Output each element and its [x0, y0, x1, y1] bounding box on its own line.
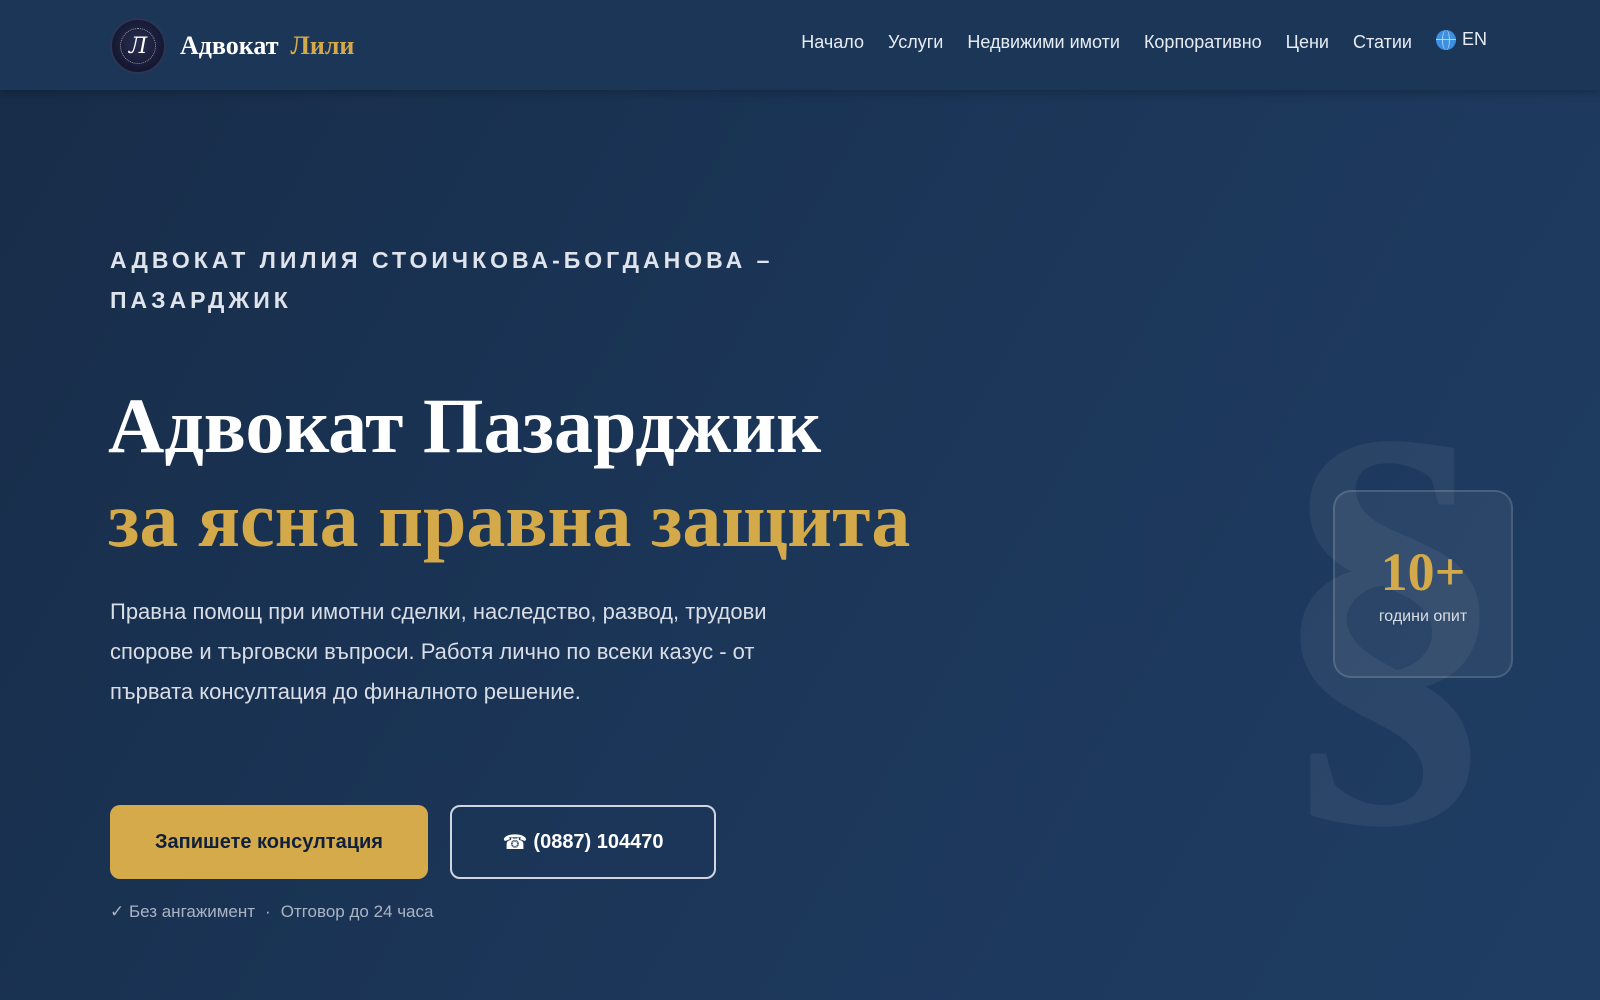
book-consultation-button[interactable]: Запишете консултация: [110, 805, 428, 879]
logo-icon: Л: [110, 18, 166, 74]
brand-accent: Лили: [290, 31, 355, 60]
phone-icon: ☎: [502, 830, 528, 854]
nav-link-services[interactable]: Услуги: [888, 32, 943, 53]
experience-stat-card: 10+ години опит: [1333, 490, 1513, 678]
nav-link-articles[interactable]: Статии: [1353, 32, 1412, 53]
phone-number: (0887) 104470: [533, 830, 664, 853]
hero-lead: Правна помощ при имотни сделки, наследст…: [110, 599, 767, 704]
trust-notes: ✓ Без ангажимент · Отговор до 24 часа: [110, 902, 433, 922]
stat-label: години опит: [1378, 608, 1468, 625]
brand-logo-link[interactable]: Л Адвокат Лили: [110, 18, 354, 74]
logo-letter: Л: [128, 33, 148, 59]
main-nav: Начало Услуги Недвижими имоти Корпоратив…: [777, 29, 1487, 53]
language-label: EN: [1461, 29, 1487, 49]
trust-response-time: Отговор до 24 часа: [280, 902, 434, 921]
brand-name: Адвокат: [180, 31, 279, 60]
phone-call-button[interactable]: ☎ (0887) 104470: [450, 805, 716, 879]
trust-separator: ·: [265, 902, 271, 921]
language-switcher[interactable]: EN: [1435, 29, 1487, 50]
trust-no-commitment: ✓ Без ангажимент: [110, 902, 256, 921]
hero-title: Адвокат Пазарджик: [108, 382, 822, 469]
nav-link-corporate[interactable]: Корпоративно: [1144, 32, 1262, 53]
nav-link-home[interactable]: Начало: [801, 32, 864, 53]
globe-icon: [1435, 29, 1456, 50]
hero-eyebrow: Адвокат Лилия Стоичкова-Богданова – Паза…: [110, 247, 774, 313]
hero-title-accent: за ясна правна защита: [108, 476, 911, 563]
nav-link-real-estate[interactable]: Недвижими имоти: [967, 32, 1120, 53]
stat-value: 10+: [1380, 542, 1466, 602]
nav-link-prices[interactable]: Цени: [1286, 32, 1329, 53]
site-header: Л Адвокат Лили Начало Услуги Недвижими и…: [0, 0, 1600, 90]
